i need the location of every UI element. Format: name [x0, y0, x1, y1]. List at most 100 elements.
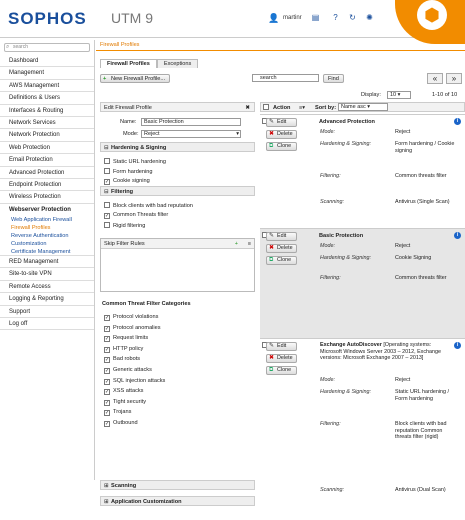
sidebar-item[interactable]: Logging & Reporting [0, 293, 94, 306]
sidebar-item[interactable]: Remote Access [0, 281, 94, 294]
name-field[interactable]: Basic Protection [141, 118, 241, 126]
checkbox-option[interactable]: ✓ Tight security [104, 399, 146, 406]
checkbox-option[interactable]: ✓ Trojans [104, 409, 131, 417]
sidebar-item[interactable]: Log off [0, 318, 94, 331]
sophos-logo: SOPHOS [8, 9, 87, 28]
checkbox[interactable]: ✓ [104, 179, 110, 185]
sidebar-item[interactable]: RED Management [0, 256, 94, 269]
checkbox[interactable] [104, 222, 110, 228]
checkbox-option[interactable]: ✓ Protocol anomalies [104, 325, 161, 332]
sidebar-subitem[interactable]: Reverse Authentication [0, 232, 94, 240]
action-menu-icon[interactable]: ≡▾ [299, 103, 305, 113]
add-icon[interactable]: + [235, 239, 238, 249]
edit-button[interactable]: ✎ Edit [266, 118, 297, 127]
menu-icon[interactable]: ≡ [248, 239, 251, 249]
edit-panel-header: Edit Firewall Profile ✖ [100, 102, 255, 112]
sidebar-subitem[interactable]: Firewall Profiles [0, 224, 94, 232]
delete-button[interactable]: ✖ Delete [266, 354, 297, 363]
sidebar-item[interactable]: Web Protection [0, 142, 94, 155]
checkbox-option[interactable]: ✓ HTTP policy [104, 346, 143, 353]
display-select[interactable]: 10 ▾ [387, 91, 411, 99]
sidebar-item[interactable]: Network Protection [0, 129, 94, 142]
checkbox-option[interactable]: ✓ Cookie signing [104, 178, 150, 185]
checkbox[interactable]: ✓ [104, 336, 110, 343]
sidebar-item[interactable]: Network Services [0, 117, 94, 130]
clipboard-icon[interactable]: ▤ [310, 12, 321, 23]
new-firewall-profile-button[interactable]: + New Firewall Profile... [100, 74, 171, 83]
checkbox[interactable] [104, 202, 110, 208]
sidebar-item[interactable]: Definitions & Users [0, 92, 94, 105]
clone-button[interactable]: ⧉ Clone [266, 256, 297, 265]
mode-select[interactable]: Reject ▾ [141, 130, 241, 138]
checkbox-option[interactable]: ✓ Outbound [104, 420, 138, 427]
checkbox[interactable]: ✓ [104, 410, 110, 417]
delete-button[interactable]: ✖ Delete [266, 130, 297, 139]
checkbox-option[interactable]: ✓ SQL injection attacks [104, 378, 165, 385]
filtering-section-header[interactable]: ⊟ Filtering [100, 186, 255, 196]
hardening-section-header[interactable]: ⊟ Hardening & Signing [100, 142, 255, 152]
checkbox[interactable]: ✓ [104, 389, 110, 396]
sidebar-item[interactable]: Email Protection [0, 154, 94, 167]
checkbox[interactable] [104, 158, 110, 164]
checkbox[interactable]: ✓ [104, 399, 110, 406]
checkbox[interactable]: ✓ [104, 325, 110, 332]
field-value: Reject [395, 129, 411, 135]
checkbox-option[interactable]: ✓ Protocol violations [104, 314, 158, 321]
sidebar-item[interactable]: Management [0, 67, 94, 80]
sidebar-item[interactable]: AWS Management [0, 80, 94, 93]
sidebar-item[interactable]: Endpoint Protection [0, 179, 94, 192]
sidebar-subitem[interactable]: Web Application Firewall [0, 216, 94, 224]
select-all-checkbox[interactable] [263, 103, 272, 113]
sidebar-item[interactable]: Wireless Protection [0, 191, 94, 204]
tab-firewall-profiles[interactable]: Firewall Profiles [100, 59, 157, 68]
checkbox[interactable]: ✓ [104, 315, 110, 321]
checkbox[interactable]: ✓ [104, 378, 110, 385]
checkbox-label: SQL injection attacks [113, 377, 166, 384]
list-search-input[interactable]: search [252, 74, 319, 82]
checkbox-option[interactable]: Block clients with bad reputation [104, 202, 193, 209]
username[interactable]: martinr [283, 15, 302, 21]
info-icon[interactable]: i [454, 342, 461, 349]
edit-button[interactable]: ✎ Edit [266, 232, 297, 241]
product-name: UTM 9 [111, 10, 153, 26]
sidebar-subitem[interactable]: Customization [0, 240, 94, 248]
checkbox[interactable]: ✓ [104, 421, 110, 427]
checkbox[interactable]: ✓ [104, 357, 110, 364]
edit-button[interactable]: ✎ Edit [266, 342, 297, 351]
checkbox-option[interactable]: ✓ XSS attacks [104, 388, 143, 396]
checkbox[interactable]: ✓ [104, 368, 110, 374]
checkbox-option[interactable]: ✓ Bad robots [104, 356, 140, 364]
reload-icon[interactable]: ↻ [347, 12, 358, 23]
checkbox-option[interactable]: ✓ Common Threats filter [104, 212, 168, 219]
checkbox[interactable]: ✓ [104, 346, 110, 353]
sidebar-item[interactable]: Support [0, 306, 94, 319]
info-icon[interactable]: i [454, 118, 461, 125]
checkbox[interactable]: ✓ [104, 213, 110, 219]
next-page-button[interactable]: » [446, 73, 462, 84]
sidebar-item-webserver[interactable]: Webserver Protection [0, 204, 94, 216]
help-icon[interactable]: ? [330, 12, 341, 23]
sidebar-item[interactable]: Interfaces & Routing [0, 105, 94, 117]
prev-page-button[interactable]: « [427, 73, 443, 84]
checkbox-option[interactable]: Form hardening [104, 168, 153, 175]
delete-button[interactable]: ✖ Delete [266, 244, 297, 253]
info-icon[interactable]: i [454, 232, 461, 239]
clone-button[interactable]: ⧉ Clone [266, 366, 297, 375]
find-button[interactable]: Find [323, 74, 344, 83]
checkbox[interactable] [104, 168, 110, 174]
clone-button[interactable]: ⧉ Clone [266, 142, 297, 151]
checkbox-option[interactable]: ✓ Request limits [104, 335, 148, 343]
scanning-section-header[interactable]: ⊞ Scanning [100, 480, 255, 490]
sidebar-item[interactable]: Dashboard [0, 55, 94, 68]
tab-exceptions[interactable]: Exceptions [156, 59, 199, 68]
checkbox-option[interactable]: Static URL hardening [104, 158, 166, 165]
checkbox-option[interactable]: Rigid filtering [104, 222, 145, 229]
sidebar-item[interactable]: Site-to-site VPN [0, 268, 94, 281]
sort-select[interactable]: Name asc ▾ [338, 103, 388, 111]
sidebar-search-input[interactable]: search [4, 43, 90, 52]
sidebar-item[interactable]: Advanced Protection [0, 167, 94, 179]
sidebar-subitem[interactable]: Certificate Management [0, 248, 94, 257]
appcust-section-header[interactable]: ⊞ Application Customization [100, 496, 255, 506]
checkbox-option[interactable]: ✓ Generic attacks [104, 367, 152, 374]
close-icon[interactable]: ✖ [245, 103, 250, 113]
